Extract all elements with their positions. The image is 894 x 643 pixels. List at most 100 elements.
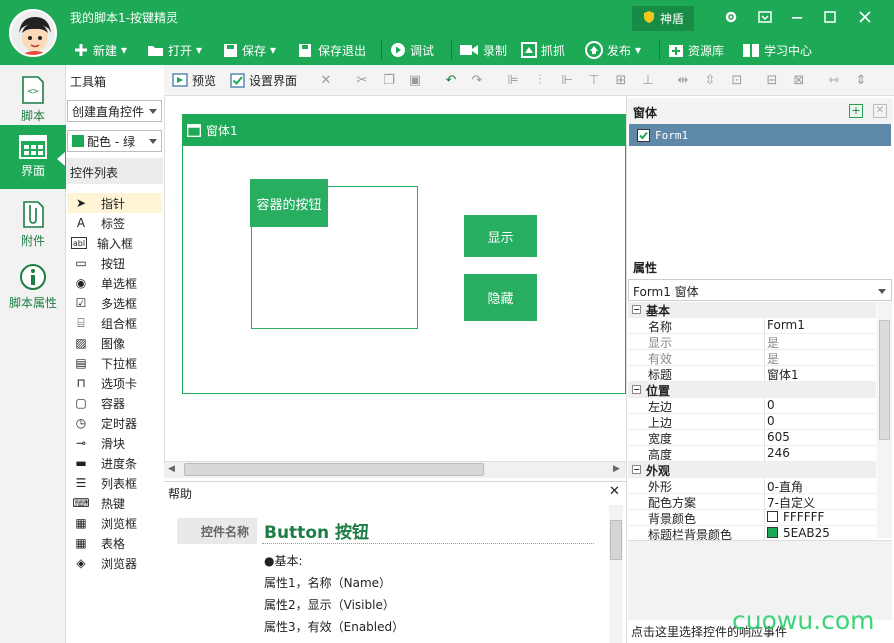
control-list-item[interactable]: ⌨ 热键	[67, 493, 162, 513]
object-selector[interactable]: Form1 窗体	[628, 279, 892, 301]
collapse-icon[interactable]: −	[632, 305, 641, 314]
open-button[interactable]: 打开 ▾	[147, 41, 202, 59]
form-title-bar[interactable]: 窗体1	[183, 115, 626, 146]
property-value[interactable]: 605	[764, 430, 876, 446]
control-list-item[interactable]: ☑ 多选框	[67, 293, 162, 313]
props-scroll-thumb[interactable]	[879, 320, 890, 440]
scroll-right-icon[interactable]: ▶	[613, 464, 620, 474]
control-list-item[interactable]: ☰ 列表框	[67, 473, 162, 493]
hide-button[interactable]: 隐藏	[464, 274, 537, 321]
scroll-left-icon[interactable]: ◀	[168, 464, 175, 474]
collapse-icon[interactable]: −	[632, 465, 641, 474]
container-button[interactable]: 容器的按钮	[250, 179, 328, 227]
preview-button[interactable]: 预览	[172, 71, 216, 89]
align-left-icon[interactable]: ⊫	[505, 72, 521, 88]
control-list-item[interactable]: ▨ 图像	[67, 333, 162, 353]
center-horizontal-icon[interactable]: ⊟	[764, 72, 780, 88]
nav-attachment[interactable]: 附件	[0, 192, 66, 256]
property-value[interactable]: 0	[764, 398, 876, 414]
shield-button[interactable]: 神盾	[632, 6, 694, 31]
save-button[interactable]: 保存 ▾	[223, 41, 276, 59]
avatar[interactable]	[9, 9, 57, 57]
property-value[interactable]: FFFFFF	[764, 510, 876, 526]
property-value[interactable]: 是	[764, 334, 876, 350]
align-top-icon[interactable]: ⊤	[586, 72, 602, 88]
learning-center-button[interactable]: 学习中心	[742, 41, 812, 59]
maximize-icon[interactable]	[818, 8, 842, 26]
remove-form-icon[interactable]: ✕	[873, 104, 887, 118]
cut-icon[interactable]: ✂	[354, 72, 370, 88]
property-value[interactable]: 0	[764, 414, 876, 430]
record-button[interactable]: 录制	[459, 41, 507, 59]
control-list-item[interactable]: ▦ 表格	[67, 533, 162, 553]
property-value[interactable]: 246	[764, 446, 876, 462]
form-list-item[interactable]: Form1	[629, 124, 891, 146]
add-form-icon[interactable]: +	[849, 104, 863, 118]
nav-script[interactable]: <> 脚本	[0, 68, 66, 132]
control-list-item[interactable]: ▦ 浏览框	[67, 513, 162, 533]
setup-ui-button[interactable]: 设置界面	[230, 71, 297, 89]
align-right-icon[interactable]: ⊩	[559, 72, 575, 88]
copy-icon[interactable]: ❐	[381, 72, 397, 88]
control-list-item[interactable]: ▬ 进度条	[67, 453, 162, 473]
publish-button[interactable]: 发布 ▾	[585, 41, 641, 59]
property-row[interactable]: 上边 0	[628, 414, 876, 430]
same-width-icon[interactable]: ⇹	[675, 72, 691, 88]
show-button[interactable]: 显示	[464, 215, 537, 257]
property-row[interactable]: 左边 0	[628, 398, 876, 414]
new-button[interactable]: 新建 ▾	[73, 41, 127, 59]
scrollbar-thumb[interactable]	[184, 463, 484, 476]
property-row[interactable]: 背景颜色 FFFFFF	[628, 510, 876, 526]
help-close-icon[interactable]: ✕	[609, 484, 620, 499]
space-horizontal-icon[interactable]: ⇿	[826, 72, 842, 88]
menu-icon[interactable]	[753, 8, 777, 26]
debug-button[interactable]: 调试	[390, 41, 434, 59]
control-mode-select[interactable]: 创建直角控件	[67, 100, 162, 122]
control-list-item[interactable]: A 标签	[67, 213, 162, 233]
control-list-item[interactable]: ⊸ 滑块	[67, 433, 162, 453]
resource-library-button[interactable]: 资源库	[668, 41, 724, 59]
property-row[interactable]: 显示 是	[628, 334, 876, 350]
minimize-icon[interactable]	[785, 8, 809, 26]
save-exit-button[interactable]: 保存退出	[298, 41, 366, 59]
property-value[interactable]: Form1	[764, 318, 876, 334]
property-group[interactable]: − 基本	[628, 302, 876, 318]
property-row[interactable]: 名称 Form1	[628, 318, 876, 334]
capture-button[interactable]: 抓抓	[521, 41, 565, 59]
property-value[interactable]: 是	[764, 350, 876, 366]
control-list-item[interactable]: ➤ 指针	[67, 193, 162, 213]
undo-icon[interactable]: ↶	[443, 72, 459, 88]
paste-icon[interactable]: ▣	[407, 72, 423, 88]
property-row[interactable]: 配色方案 7-自定义	[628, 494, 876, 510]
property-value[interactable]: 0-直角	[764, 478, 876, 494]
property-group[interactable]: − 外观	[628, 462, 876, 478]
control-list-item[interactable]: ◈ 浏览器	[67, 553, 162, 573]
property-row[interactable]: 外形 0-直角	[628, 478, 876, 494]
space-vertical-icon[interactable]: ⇕	[853, 72, 869, 88]
control-list-item[interactable]: ▢ 容器	[67, 393, 162, 413]
property-value[interactable]: 窗体1	[764, 366, 876, 382]
control-list-item[interactable]: ◉ 单选框	[67, 273, 162, 293]
control-list-item[interactable]: ◷ 定时器	[67, 413, 162, 433]
collapse-icon[interactable]: −	[632, 385, 641, 394]
align-bottom-icon[interactable]: ⊥	[640, 72, 656, 88]
same-height-icon[interactable]: ⇳	[702, 72, 718, 88]
control-list-item[interactable]: ⊓ 选项卡	[67, 373, 162, 393]
property-row[interactable]: 高度 246	[628, 446, 876, 462]
control-list-item[interactable]: abl 输入框	[67, 233, 162, 253]
property-row[interactable]: 有效 是	[628, 350, 876, 366]
same-size-icon[interactable]: ⊡	[729, 72, 745, 88]
property-value[interactable]: 7-自定义	[764, 494, 876, 510]
property-group[interactable]: − 位置	[628, 382, 876, 398]
control-list-item[interactable]: ⌸ 组合框	[67, 313, 162, 333]
control-list-item[interactable]: ▤ 下拉框	[67, 353, 162, 373]
settings-icon[interactable]	[719, 8, 743, 26]
align-middle-icon[interactable]: ⊞	[613, 72, 629, 88]
property-row[interactable]: 标题 窗体1	[628, 366, 876, 382]
delete-icon[interactable]: ✕	[318, 72, 334, 88]
nav-script-properties[interactable]: 脚本属性	[0, 255, 66, 319]
redo-icon[interactable]: ↷	[469, 72, 485, 88]
close-icon[interactable]	[853, 8, 877, 26]
center-vertical-icon[interactable]: ⊠	[791, 72, 807, 88]
align-center-icon[interactable]: ⫶	[532, 72, 548, 88]
